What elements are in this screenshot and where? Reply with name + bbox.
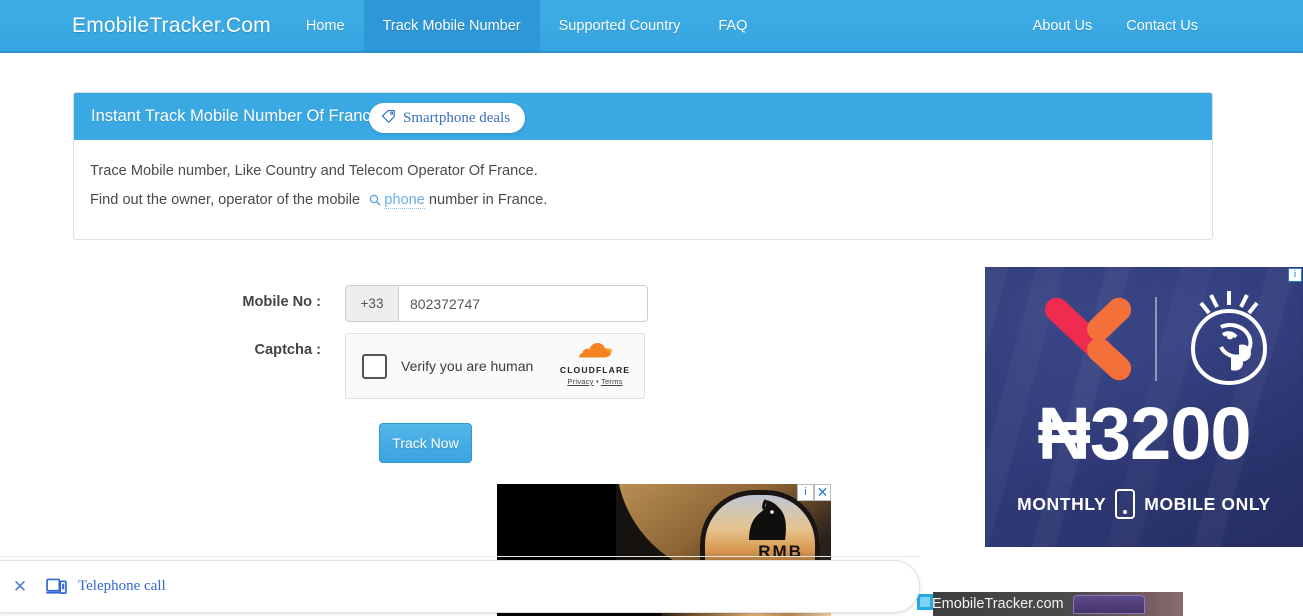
ad-subtitle-right: MOBILE ONLY [1144,493,1271,514]
country-code-addon: +33 [345,285,398,322]
video-overlay-title: EmobileTracker.com [933,596,1064,612]
info-line-1: Trace Mobile number, Like Country and Te… [90,163,538,179]
telephone-call-notification-bar: ✕ Telephone call [0,560,920,613]
top-navbar: EmobileTracker.Com Home Track Mobile Num… [0,0,1303,53]
info-line-2-suffix: number in France. [428,192,548,208]
video-overlay-bar[interactable]: EmobileTracker.com [933,592,1183,616]
mobile-phone-icon [1115,489,1136,519]
privacy-link[interactable]: Privacy [567,377,593,386]
terms-link[interactable]: Terms [601,377,623,386]
rmb-horse-logo-icon [749,499,786,540]
secondary-nav: About Us Contact Us [1016,0,1303,51]
video-overlay-marker [917,594,933,610]
video-overlay-phone-thumbnail [1073,595,1145,614]
notification-divider [0,556,920,557]
verify-human-label: Verify you are human [401,358,534,374]
advertisement-right[interactable]: ₦3200 MONTHLY MOBILE ONLY i [985,267,1303,547]
mobile-number-input[interactable] [398,285,648,322]
search-icon [369,188,381,217]
phone-inline-link[interactable]: phone [384,192,425,209]
info-line-2: Find out the owner, operator of the mobi… [90,186,1212,217]
ad-subtitle-left: MONTHLY [1017,493,1107,514]
cloudflare-branding: CLOUDFLARE Privacy • Terms [557,342,633,386]
mobile-number-input-group: +33 [345,285,648,322]
nav-item-faq[interactable]: FAQ [699,0,766,51]
info-panel: Instant Track Mobile Number Of France Tr… [73,92,1213,240]
close-icon[interactable]: ✕ [0,577,40,597]
ad-info-icon[interactable]: i [797,484,814,501]
ad-close-icon[interactable]: ✕ [814,484,831,501]
nav-item-about-us[interactable]: About Us [1016,0,1110,51]
cloudflare-cloud-icon [557,342,633,364]
xtratime-x-logo [1044,297,1132,381]
ad-logo-row [985,289,1303,389]
adchoices-info-icon[interactable]: i [1288,268,1302,282]
telephone-device-icon[interactable] [46,578,67,595]
info-line-2-prefix: Find out the owner, operator of the mobi… [90,192,361,208]
primary-nav: Home Track Mobile Number Supported Count… [287,0,766,51]
ad-bottom-controls: i ✕ [797,484,831,501]
cloudflare-legal-links: Privacy • Terms [557,377,633,386]
track-form: Mobile No : +33 Captcha : Verify you are… [0,285,980,463]
verify-human-checkbox[interactable] [362,353,387,379]
info-panel-header: Instant Track Mobile Number Of France [74,93,1212,140]
captcha-label: Captcha : [254,342,322,358]
ad-price: ₦3200 [1037,392,1251,475]
page-title: Instant Track Mobile Number Of France [91,107,380,125]
site-brand[interactable]: EmobileTracker.Com [0,0,287,51]
rmb-brand-text: RMB [758,542,803,561]
ad-bottom-image: RMB [497,484,831,578]
ad-logo-divider [1155,297,1157,381]
mobile-number-row: Mobile No : +33 [0,285,980,322]
captcha-row: Captcha : Verify you are human CLOUDFLAR… [0,333,980,399]
tag-icon [381,108,396,128]
ad-subtitle: MONTHLY MOBILE ONLY [985,489,1303,519]
smartphone-deals-label: Smartphone deals [403,109,511,126]
legal-separator: • [595,377,599,386]
nav-item-home[interactable]: Home [287,0,364,51]
cloudflare-wordmark: CLOUDFLARE [559,365,631,375]
track-now-button[interactable]: Track Now [379,423,472,463]
nav-item-supported-country[interactable]: Supported Country [540,0,700,51]
cloudflare-turnstile-widget[interactable]: Verify you are human CLOUDFLARE Privacy … [345,333,645,399]
smartphone-deals-badge[interactable]: Smartphone deals [369,103,526,133]
mobile-number-label: Mobile No : [242,294,321,310]
telephone-call-label[interactable]: Telephone call [78,578,166,595]
premier-league-lion-icon [1190,291,1268,386]
nav-item-contact-us[interactable]: Contact Us [1109,0,1215,51]
info-panel-body: Trace Mobile number, Like Country and Te… [74,140,1212,239]
nav-item-track-mobile-number[interactable]: Track Mobile Number [363,0,540,51]
